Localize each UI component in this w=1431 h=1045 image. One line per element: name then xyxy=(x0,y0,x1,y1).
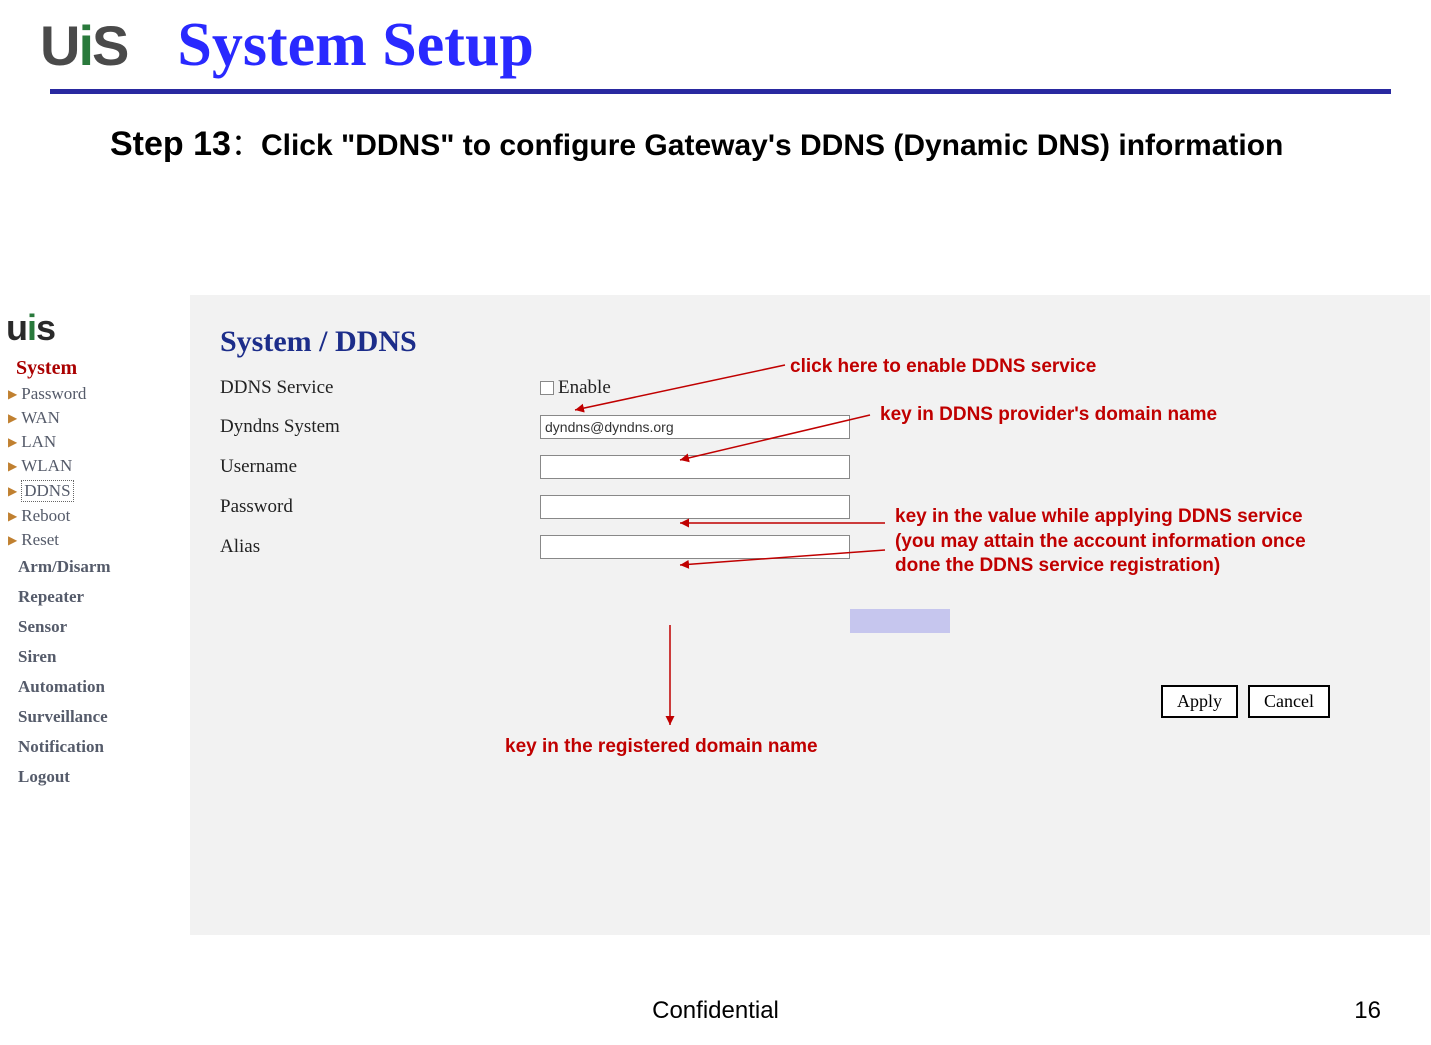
nav-group-notification[interactable]: Notification xyxy=(8,732,140,762)
annotation-domain: key in the registered domain name xyxy=(505,735,818,760)
triangle-icon: ▶ xyxy=(8,484,17,499)
label-ddns-service: DDNS Service xyxy=(220,377,540,399)
label-username: Username xyxy=(220,456,540,478)
triangle-icon: ▶ xyxy=(8,411,17,426)
triangle-icon: ▶ xyxy=(8,533,17,548)
triangle-icon: ▶ xyxy=(8,387,17,402)
sidebar: uis System ▶Password ▶WAN ▶LAN ▶WLAN ▶DD… xyxy=(0,295,140,945)
page-number: 16 xyxy=(1354,997,1381,1025)
annotation-enable: click here to enable DDNS service xyxy=(790,355,1096,380)
annotation-provider: key in DDNS provider's domain name xyxy=(880,403,1217,428)
footer-confidential: Confidential xyxy=(0,997,1431,1025)
label-dyndns-system: Dyndns System xyxy=(220,416,540,438)
arrow-icon xyxy=(670,545,895,575)
nav-group-repeater[interactable]: Repeater xyxy=(8,582,140,612)
apply-button[interactable]: Apply xyxy=(1161,685,1238,718)
nav-item-reboot[interactable]: ▶Reboot xyxy=(8,504,140,528)
nav-heading-system[interactable]: System xyxy=(16,357,140,380)
arrow-icon xyxy=(670,515,895,535)
checkbox-icon[interactable] xyxy=(540,381,554,395)
arrow-icon xyxy=(660,625,690,735)
step-instruction: Step 13：Click "DDNS" to configure Gatewa… xyxy=(110,122,1381,168)
label-password: Password xyxy=(220,496,540,518)
page-title: System Setup xyxy=(177,10,534,81)
annotation-credentials: key in the value while applying DDNS ser… xyxy=(895,505,1325,579)
triangle-icon: ▶ xyxy=(8,459,17,474)
highlight-box xyxy=(850,609,950,633)
nav-group-sensor[interactable]: Sensor xyxy=(8,612,140,642)
label-alias: Alias xyxy=(220,536,540,558)
nav-group-armdisarm[interactable]: Arm/Disarm xyxy=(8,552,140,582)
nav-item-reset[interactable]: ▶Reset xyxy=(8,528,140,552)
nav-item-ddns[interactable]: ▶DDNS xyxy=(8,478,140,504)
panel-title: System / DDNS xyxy=(190,295,1430,359)
nav-group-automation[interactable]: Automation xyxy=(8,672,140,702)
triangle-icon: ▶ xyxy=(8,435,17,450)
main-panel: System / DDNS DDNS Service Enable Dyndns… xyxy=(190,295,1430,935)
nav-item-wan[interactable]: ▶WAN xyxy=(8,406,140,430)
nav-group-surveillance[interactable]: Surveillance xyxy=(8,702,140,732)
triangle-icon: ▶ xyxy=(8,509,17,524)
nav-item-wlan[interactable]: ▶WLAN xyxy=(8,454,140,478)
logo: UiS xyxy=(40,13,127,78)
arrow-icon xyxy=(670,410,880,470)
nav-item-password[interactable]: ▶Password xyxy=(8,382,140,406)
nav-group-siren[interactable]: Siren xyxy=(8,642,140,672)
divider xyxy=(50,89,1391,94)
nav-item-lan[interactable]: ▶LAN xyxy=(8,430,140,454)
inner-logo: uis xyxy=(0,295,140,349)
cancel-button[interactable]: Cancel xyxy=(1248,685,1330,718)
nav-group-logout[interactable]: Logout xyxy=(8,762,140,792)
